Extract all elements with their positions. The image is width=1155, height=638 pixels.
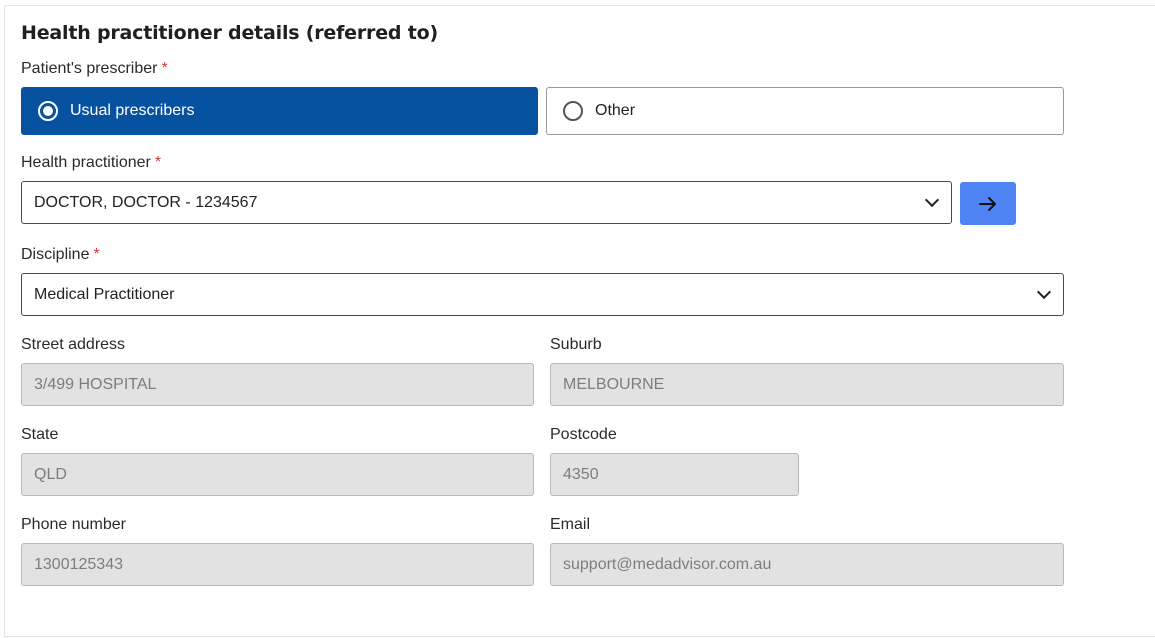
health-practitioner-label-text: Health practitioner [21, 154, 151, 171]
usual-prescribers-label: Usual prescribers [70, 102, 195, 119]
chevron-down-icon [1036, 284, 1052, 300]
state-label: State [21, 426, 59, 443]
state-value: QLD [34, 465, 67, 483]
section-title: Health practitioner details (referred to… [21, 22, 438, 44]
other-prescriber-option[interactable]: Other [546, 87, 1064, 135]
required-mark: * [161, 60, 168, 77]
email-value: support@medadvisor.com.au [563, 555, 772, 573]
arrow-right-icon [979, 196, 996, 211]
prescriber-label: Patient's prescriber * [21, 60, 168, 78]
email-label: Email [550, 516, 591, 533]
postcode-label: Postcode [550, 426, 617, 443]
phone-number-label: Phone number [21, 516, 126, 533]
health-practitioner-label: Health practitioner * [21, 154, 161, 172]
street-address-value: 3/499 HOSPITAL [34, 375, 157, 393]
suburb-value: MELBOURNE [563, 375, 665, 393]
phone-number-value: 1300125343 [34, 555, 123, 573]
usual-prescribers-option[interactable]: Usual prescribers [21, 87, 538, 135]
street-address-label: Street address [21, 336, 126, 353]
suburb-field[interactable]: MELBOURNE [550, 363, 1064, 406]
state-field[interactable]: QLD [21, 453, 534, 496]
health-practitioner-value: DOCTOR, DOCTOR - 1234567 [34, 193, 258, 211]
discipline-value: Medical Practitioner [34, 285, 175, 303]
chevron-down-icon [924, 192, 940, 208]
street-address-field[interactable]: 3/499 HOSPITAL [21, 363, 534, 406]
discipline-label: Discipline * [21, 246, 100, 264]
practitioner-go-button[interactable] [960, 182, 1016, 225]
postcode-value: 4350 [563, 465, 599, 483]
other-prescriber-label: Other [595, 102, 636, 119]
radio-checked-icon [38, 101, 58, 121]
required-mark: * [154, 154, 162, 171]
prescriber-label-text: Patient's prescriber [21, 60, 158, 77]
postcode-field[interactable]: 4350 [550, 453, 799, 496]
required-mark: * [93, 246, 100, 263]
email-field[interactable]: support@medadvisor.com.au [550, 543, 1064, 586]
suburb-label: Suburb [550, 336, 602, 353]
radio-unchecked-icon [563, 101, 583, 121]
phone-number-field[interactable]: 1300125343 [21, 543, 534, 586]
discipline-select[interactable]: Medical Practitioner [21, 273, 1064, 316]
health-practitioner-select[interactable]: DOCTOR, DOCTOR - 1234567 [21, 181, 952, 224]
discipline-label-text: Discipline [21, 246, 90, 263]
